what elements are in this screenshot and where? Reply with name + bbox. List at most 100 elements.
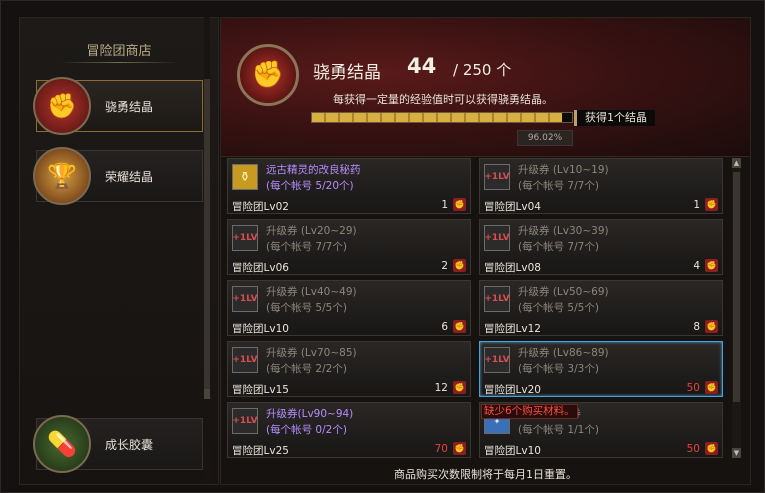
sidebar-scrollbar[interactable] [204, 17, 210, 483]
potion-icon: ⚱ [232, 164, 258, 190]
level-ticket-icon: +1LV [484, 286, 510, 312]
shop-item-card[interactable]: +1LV 升级券 (Lv86~89) (每个帐号 3/3个) 冒险团Lv20 50 ✊ [479, 341, 723, 397]
level-ticket-icon: +1LV [232, 347, 258, 373]
item-price: 50 [686, 443, 700, 455]
progress-percent: 96.02% [517, 130, 573, 146]
reset-notice: 商品购买次数限制将于每月1日重置。 [394, 468, 577, 481]
item-price: 2 [441, 260, 448, 272]
sidebar-item-valor-crystal[interactable]: ✊ 骁勇结晶 [33, 77, 203, 135]
crystal-currency-icon: ✊ [705, 259, 718, 272]
sidebar-item-growth-capsule[interactable]: 💊 成长胶囊 [33, 415, 203, 473]
item-name: 升级券 (Lv40~49) [266, 286, 357, 298]
item-grid-scrollbar[interactable]: ▲ ▼ [732, 158, 741, 458]
sidebar-scroll-thumb[interactable] [204, 79, 210, 399]
shop-item-card[interactable]: +1LV 升级券 (Lv40~49) (每个帐号 5/5个) 冒险团Lv10 6 ✊ [227, 280, 471, 336]
sidebar: 冒险团商店 ✊ 骁勇结晶 🏆 荣耀结晶 💊 成长胶囊 [19, 17, 219, 485]
level-ticket-icon: +1LV [232, 225, 258, 251]
item-requirement: 冒险团Lv25 [232, 445, 289, 457]
item-purchase-limit: (每个帐号 3/3个) [518, 363, 599, 375]
crystal-currency-icon: ✊ [453, 442, 466, 455]
crystal-currency-icon: ✊ [705, 320, 718, 333]
item-requirement: 冒险团Lv08 [484, 262, 541, 274]
crystal-currency-icon: ✊ [453, 381, 466, 394]
sidebar-scroll-down-icon[interactable] [204, 389, 210, 399]
item-requirement: 冒险团Lv20 [484, 384, 541, 396]
item-grid: ⚱ 远古精灵的改良秘药 (每个帐号 5/20个) 冒险团Lv02 1 ✊ +1LV 升级券 (… [227, 158, 729, 458]
sidebar-item-label: 荣耀结晶 [105, 170, 154, 184]
item-purchase-limit: (每个帐号 7/7个) [518, 180, 599, 192]
level-ticket-icon: +1LV [232, 408, 258, 434]
item-requirement: 冒险团Lv10 [484, 445, 541, 457]
scroll-thumb[interactable] [733, 172, 740, 402]
item-requirement: 冒险团Lv06 [232, 262, 289, 274]
item-requirement: 冒险团Lv15 [232, 384, 289, 396]
item-requirement: 冒险团Lv10 [232, 323, 289, 335]
sidebar-item-label: 成长胶囊 [105, 438, 154, 452]
sidebar-item-honor-crystal[interactable]: 🏆 荣耀结晶 [33, 147, 203, 205]
exp-progress-bar [311, 112, 573, 123]
item-price: 50 [686, 382, 700, 394]
fist-crystal-icon: ✊ [33, 77, 91, 135]
item-name: 升级券 (Lv70~85) [266, 347, 357, 359]
exp-progress-fill [312, 113, 562, 122]
currency-total: / 250 个 [453, 61, 512, 79]
item-name: 升级券 (Lv20~29) [266, 225, 357, 237]
sidebar-title: 冒险团商店 [86, 44, 152, 59]
fist-crystal-icon: ✊ [237, 44, 299, 106]
trophy-icon: 🏆 [33, 147, 91, 205]
item-name: 升级券(Lv90~94) [266, 408, 354, 420]
item-requirement: 冒险团Lv12 [484, 323, 541, 335]
crystal-currency-icon: ✊ [453, 259, 466, 272]
crystal-currency-icon: ✊ [453, 320, 466, 333]
shop-item-card[interactable]: +1LV 升级券 (Lv30~39) (每个帐号 7/7个) 冒险团Lv08 4 ✊ [479, 219, 723, 275]
shop-item-card[interactable]: +1LV 升级券 (Lv20~29) (每个帐号 7/7个) 冒险团Lv06 2 ✊ [227, 219, 471, 275]
item-purchase-limit: (每个帐号 5/20个) [266, 180, 354, 192]
item-requirement: 冒险团Lv04 [484, 201, 541, 213]
crystal-currency-icon: ✊ [705, 381, 718, 394]
item-purchase-limit: (每个帐号 7/7个) [266, 241, 347, 253]
item-name: 升级券 (Lv86~89) [518, 347, 609, 359]
level-ticket-icon: +1LV [484, 225, 510, 251]
level-ticket-icon: +1LV [232, 286, 258, 312]
item-price: 8 [693, 321, 700, 333]
shop-item-card[interactable]: +1LV 升级券(Lv90~94) (每个帐号 0/2个) 冒险团Lv25 70 ✊ [227, 402, 471, 458]
crystal-currency-icon: ✊ [705, 198, 718, 211]
level-ticket-icon: +1LV [484, 347, 510, 373]
item-price: 12 [434, 382, 448, 394]
title-divider [60, 62, 178, 63]
shop-item-card[interactable]: ⚱ 远古精灵的改良秘药 (每个帐号 5/20个) 冒险团Lv02 1 ✊ [227, 158, 471, 214]
item-name: 远古精灵的改良秘药 [266, 164, 361, 176]
exp-capsule-icon: 💊 [33, 415, 91, 473]
currency-banner: ✊ 骁勇结晶 44 / 250 个 每获得一定量的经验值时可以获得骁勇结晶。 获… [221, 18, 750, 157]
currency-hint: 每获得一定量的经验值时可以获得骁勇结晶。 [333, 93, 553, 106]
scroll-down-icon[interactable]: ▼ [732, 448, 741, 458]
item-purchase-limit: (每个帐号 7/7个) [518, 241, 599, 253]
item-purchase-limit: (每个帐号 5/5个) [518, 302, 599, 314]
item-price: 4 [693, 260, 700, 272]
shop-main-panel: ✊ 骁勇结晶 44 / 250 个 每获得一定量的经验值时可以获得骁勇结晶。 获… [220, 17, 751, 485]
item-price: 6 [441, 321, 448, 333]
item-requirement: 冒险团Lv02 [232, 201, 289, 213]
shop-item-card[interactable]: +1LV 升级券 (Lv50~69) (每个帐号 5/5个) 冒险团Lv12 8 ✊ [479, 280, 723, 336]
insufficient-materials-warning: 缺少6个购买材料。 [481, 404, 578, 419]
level-ticket-icon: +1LV [484, 164, 510, 190]
progress-tip: 获得1个结晶 [574, 110, 655, 126]
item-price: 1 [693, 199, 700, 211]
item-price: 70 [434, 443, 448, 455]
item-name: 升级券 (Lv30~39) [518, 225, 609, 237]
item-purchase-limit: (每个帐号 1/1个) [518, 424, 599, 436]
item-price: 1 [441, 199, 448, 211]
item-name: 升级券 (Lv50~69) [518, 286, 609, 298]
shop-item-card[interactable]: +1LV 升级券 (Lv10~19) (每个帐号 7/7个) 冒险团Lv04 1 ✊ [479, 158, 723, 214]
crystal-currency-icon: ✊ [705, 442, 718, 455]
scroll-up-icon[interactable]: ▲ [732, 158, 741, 168]
item-purchase-limit: (每个帐号 0/2个) [266, 424, 347, 436]
item-purchase-limit: (每个帐号 5/5个) [266, 302, 347, 314]
sidebar-item-label: 骁勇结晶 [105, 100, 154, 114]
item-name: 升级券 (Lv10~19) [518, 164, 609, 176]
crystal-currency-icon: ✊ [453, 198, 466, 211]
shop-item-card[interactable]: +1LV 升级券 (Lv70~85) (每个帐号 2/2个) 冒险团Lv15 12 ✊ [227, 341, 471, 397]
currency-name: 骁勇结晶 [313, 63, 381, 83]
shop-window: ? 冒险团商店 ✊ 骁勇结晶 🏆 荣耀结晶 💊 成长胶囊 ✊ 骁勇结晶 44 /… [0, 0, 765, 493]
item-purchase-limit: (每个帐号 2/2个) [266, 363, 347, 375]
